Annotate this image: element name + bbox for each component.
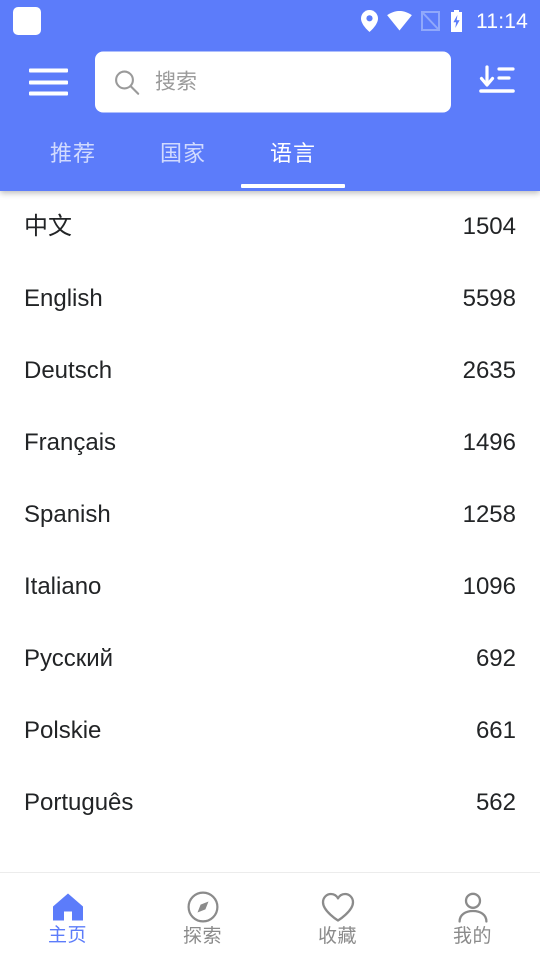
hamburger-menu-icon[interactable] (29, 68, 68, 96)
row-count: 1096 (462, 573, 516, 600)
search-input[interactable]: 搜索 (95, 51, 451, 113)
nav-label: 我的 (452, 925, 492, 947)
table-row[interactable]: Português 562 (0, 767, 540, 839)
location-icon (361, 10, 378, 32)
row-count: 1496 (462, 429, 516, 456)
tab-recommended[interactable]: 推荐 (18, 122, 128, 191)
app-bar: 搜索 (0, 42, 540, 122)
table-row[interactable]: 中文 1504 (0, 191, 540, 263)
nav-item-favorites[interactable]: 收藏 (270, 873, 405, 960)
language-list[interactable]: 中文 1504 English 5598 Deutsch 2635 França… (0, 191, 540, 872)
table-row[interactable]: English 5598 (0, 263, 540, 335)
row-name: Deutsch (24, 357, 113, 384)
row-name: Spanish (24, 501, 111, 528)
row-name: Português (24, 789, 134, 816)
active-tab-indicator (241, 184, 345, 188)
row-count: 1258 (462, 501, 516, 528)
no-sim-icon (421, 11, 440, 31)
row-name: Русский (24, 645, 114, 672)
nav-item-explore[interactable]: 探索 (135, 873, 270, 960)
row-count: 2635 (462, 357, 516, 384)
sort-descending-icon[interactable] (476, 62, 518, 102)
home-icon (52, 893, 83, 921)
status-bar-left (13, 7, 41, 35)
table-row[interactable]: Italiano 1096 (0, 551, 540, 623)
table-row[interactable]: Spanish 1258 (0, 479, 540, 551)
app-screen: 11:14 搜索 推荐 国家 语言 中文 1504 English 5598 D… (0, 0, 540, 960)
nav-label: 收藏 (317, 925, 357, 947)
table-row[interactable]: Français 1496 (0, 407, 540, 479)
row-name: Italiano (24, 573, 102, 600)
tab-country[interactable]: 国家 (128, 122, 238, 191)
row-count: 562 (475, 789, 516, 816)
nav-label: 探索 (182, 926, 222, 947)
tab-language[interactable]: 语言 (238, 122, 348, 191)
bottom-navigation: 主页 探索 收藏 我的 (0, 872, 540, 960)
heart-icon (321, 892, 354, 922)
row-count: 5598 (462, 285, 516, 312)
tab-bar: 推荐 国家 语言 (0, 122, 540, 191)
row-name: 中文 (24, 213, 72, 240)
row-count: 1504 (462, 213, 516, 240)
tab-label: 推荐 (49, 140, 96, 166)
battery-charging-icon (451, 10, 462, 32)
search-placeholder: 搜索 (155, 70, 197, 94)
table-row[interactable]: Deutsch 2635 (0, 335, 540, 407)
app-header: 11:14 搜索 推荐 国家 语言 (0, 0, 540, 191)
person-icon (457, 892, 488, 923)
status-bar: 11:14 (0, 0, 540, 42)
row-name: Français (24, 429, 117, 456)
nav-item-home[interactable]: 主页 (0, 873, 135, 960)
table-row[interactable]: Русский 692 (0, 623, 540, 695)
status-bar-clock: 11:14 (476, 9, 528, 33)
tab-label: 语言 (269, 140, 316, 166)
nav-label: 主页 (47, 925, 87, 946)
nav-item-profile[interactable]: 我的 (405, 873, 540, 960)
tab-label: 国家 (159, 140, 206, 166)
row-name: Polskie (24, 717, 102, 744)
table-row[interactable]: Polskie 661 (0, 695, 540, 767)
notification-square-icon (13, 7, 41, 35)
row-name: English (24, 285, 103, 312)
row-count: 661 (475, 717, 516, 744)
wifi-icon (387, 11, 412, 31)
row-count: 692 (475, 645, 516, 672)
status-bar-right: 11:14 (361, 0, 528, 42)
search-icon (115, 70, 140, 95)
compass-icon (187, 891, 218, 923)
